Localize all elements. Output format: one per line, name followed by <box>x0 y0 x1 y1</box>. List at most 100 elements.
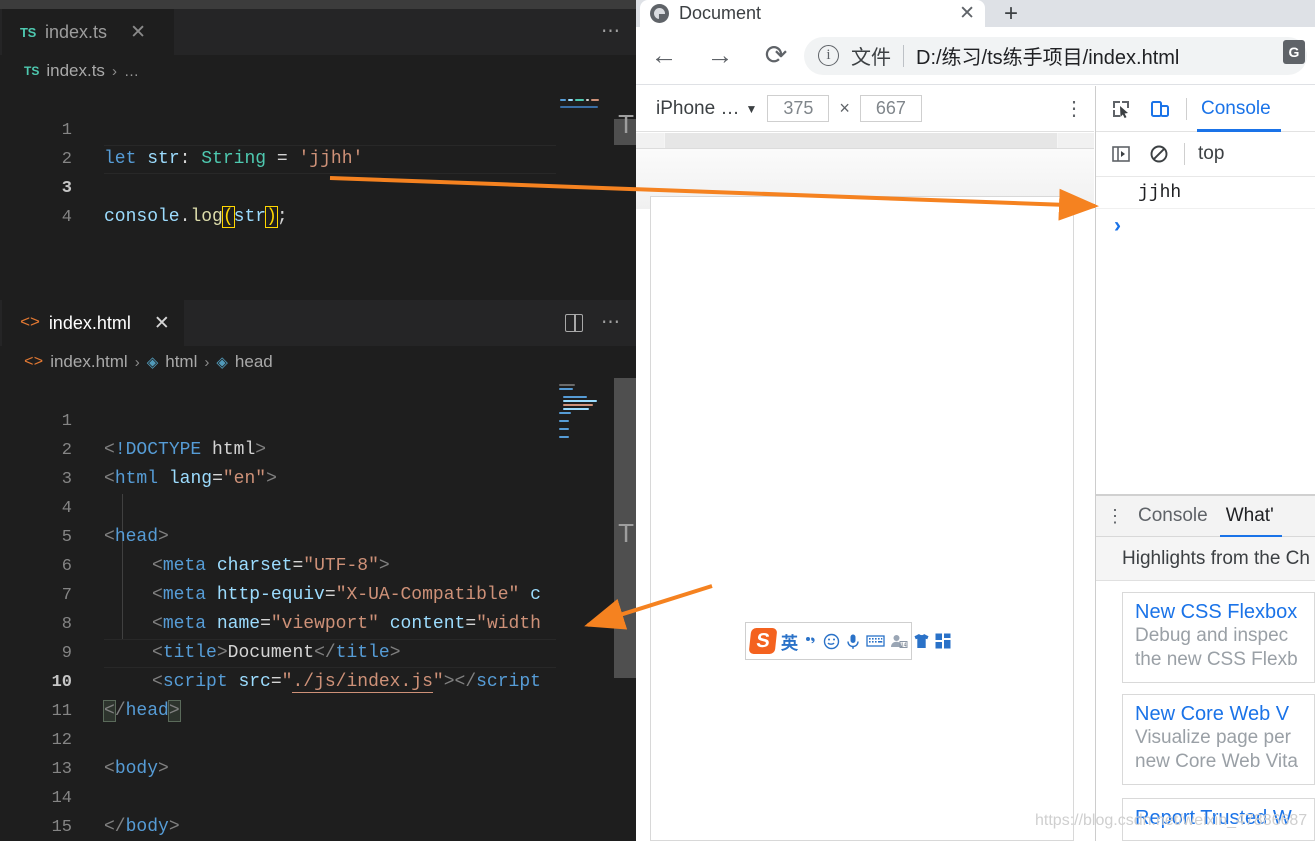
prompt-chevron-icon: › <box>1114 214 1121 237</box>
editor-scrollbar-bottom[interactable] <box>614 378 636 841</box>
breadcrumb-file[interactable]: index.html <box>50 352 127 372</box>
console-sidebar-icon[interactable] <box>1108 142 1133 167</box>
execution-context-selector[interactable]: top <box>1198 143 1224 165</box>
chevron-down-icon: ▼ <box>745 101 758 116</box>
more-actions-icon[interactable]: ⋯ <box>601 313 622 332</box>
code-line: 8 <title>Document</title> <box>0 581 636 663</box>
console-output-area[interactable]: jjhh › <box>1096 177 1315 495</box>
breadcrumb-node-head[interactable]: head <box>235 352 273 372</box>
tab-console[interactable]: Console <box>1197 86 1281 132</box>
code-line: 14 </body> <box>0 755 636 837</box>
code-line: 1 <!DOCTYPE html> <box>0 378 636 460</box>
devtools-tabbar: Console <box>1096 86 1315 132</box>
user-icon[interactable]: 14 <box>890 633 908 649</box>
breadcrumb-top: TS index.ts › … <box>0 55 636 87</box>
device-width-input[interactable]: 375 <box>767 95 830 122</box>
drawer-tab-whats-new[interactable]: What' <box>1219 495 1282 537</box>
breadcrumb-rest[interactable]: … <box>124 63 139 80</box>
code-area-html[interactable]: 1 <!DOCTYPE html> 2 <html lang="en"> 3 4… <box>0 378 636 841</box>
editor-pane-typescript: TS index.ts ✕ ⋯ TS index.ts › … 1 let st… <box>0 9 636 300</box>
minimap-bottom[interactable] <box>556 378 614 841</box>
vscode-title-strip <box>0 0 636 9</box>
console-input-prompt[interactable]: › <box>1096 209 1315 243</box>
svg-text:14: 14 <box>901 642 907 648</box>
device-selector[interactable]: iPhone … ▼ <box>646 98 757 120</box>
symbol-cube-icon: ◈ <box>216 354 228 371</box>
scheme-label: 文件 <box>851 47 891 69</box>
html-file-icon: <> <box>20 313 40 333</box>
breadcrumb-bottom: <> index.html › ◈ html › ◈ head <box>0 346 636 378</box>
more-actions-icon[interactable]: ⋯ <box>601 22 622 41</box>
devtools-panel: Console top jjhh › ⋮ Console What' Highl… <box>1095 86 1315 841</box>
url-text[interactable]: D:/练习/ts练手项目/index.html <box>916 41 1179 70</box>
card-title[interactable]: New Core Web V <box>1135 703 1304 726</box>
sogou-ime-toolbar[interactable]: S 英 14 <box>745 622 951 660</box>
minimap-top[interactable] <box>556 87 614 299</box>
whats-new-card[interactable]: New CSS Flexbox Debug and inspec the new… <box>1122 592 1315 683</box>
reload-button[interactable]: ⟳ <box>748 27 804 85</box>
site-info-icon[interactable]: i <box>818 45 839 66</box>
dimension-separator: × <box>839 98 850 118</box>
chrome-browser-window: Document ✕ + ← → ⟳ i 文件 D:/练习/ts练手项目/ind… <box>636 0 1315 841</box>
sogou-logo-icon[interactable]: S <box>748 628 778 654</box>
omnibox-divider <box>903 44 904 67</box>
address-bar[interactable]: i 文件 D:/练习/ts练手项目/index.html <box>804 36 1307 75</box>
microphone-icon[interactable] <box>845 633 861 650</box>
forward-button[interactable]: → <box>692 27 748 85</box>
emulated-page-frame[interactable] <box>650 196 1074 841</box>
editor-pane-html: <> index.html ✕ ⋯ <> index.html › ◈ html… <box>0 300 636 841</box>
keyboard-icon[interactable] <box>866 634 885 648</box>
close-icon[interactable]: ✕ <box>959 2 975 25</box>
close-icon[interactable]: ✕ <box>130 21 146 44</box>
punctuation-icon[interactable] <box>803 634 818 649</box>
breadcrumb-separator: › <box>111 62 117 80</box>
new-tab-button[interactable]: + <box>994 0 1028 27</box>
line-number: 4 <box>61 208 72 227</box>
tab-index-ts[interactable]: TS index.ts ✕ <box>2 9 174 55</box>
overview-marker: T <box>618 109 634 139</box>
browser-tab-document[interactable]: Document ✕ <box>640 0 985 27</box>
emoji-icon[interactable] <box>823 633 840 650</box>
device-height-input[interactable]: 667 <box>859 95 922 122</box>
console-log-row[interactable]: jjhh <box>1096 177 1315 209</box>
tab-index-html[interactable]: <> index.html ✕ <box>2 300 184 346</box>
watermark: https://blog.csdn.net/weixin_47886687 <box>1035 812 1308 829</box>
inspect-element-icon[interactable] <box>1108 96 1133 121</box>
editor-tabbar-bottom: <> index.html ✕ ⋯ <box>0 300 636 346</box>
editor-actions-top: ⋯ <box>601 9 622 55</box>
clear-console-icon[interactable] <box>1146 142 1171 167</box>
card-line-2: the new CSS Flexb <box>1135 649 1298 670</box>
back-button[interactable]: ← <box>636 27 692 85</box>
code-line: 3 <box>0 436 636 489</box>
apps-grid-icon[interactable] <box>935 633 951 649</box>
code-line: 16 </html> <box>0 813 636 841</box>
close-icon[interactable]: ✕ <box>154 312 170 335</box>
code-line: 13 <box>0 726 636 779</box>
html-file-icon: <> <box>24 353 44 371</box>
vscode-window: TS index.ts ✕ ⋯ TS index.ts › … 1 let st… <box>0 0 636 841</box>
extension-button[interactable]: G <box>1283 40 1311 68</box>
device-ruler-track[interactable] <box>664 133 1058 148</box>
ts-file-icon: TS <box>24 64 40 78</box>
code-line: 2 <box>0 116 636 169</box>
page-favicon <box>650 4 669 23</box>
code-line: 9 <script src="./js/index.js"></script <box>0 610 636 693</box>
card-line-1: Visualize page per <box>1135 727 1291 748</box>
breadcrumb-node-html[interactable]: html <box>165 352 197 372</box>
skin-shirt-icon[interactable] <box>913 633 930 649</box>
card-line-1: Debug and inspec <box>1135 625 1289 646</box>
drawer-options-icon[interactable]: ⋮ <box>1106 507 1124 525</box>
tab-label: index.ts <box>45 21 108 42</box>
card-title[interactable]: New CSS Flexbox <box>1135 601 1304 624</box>
split-editor-icon[interactable] <box>565 314 583 332</box>
ime-mode-label[interactable]: 英 <box>781 629 798 654</box>
drawer-tab-console[interactable]: Console <box>1138 495 1208 537</box>
overview-marker: T <box>618 518 634 548</box>
device-ruler[interactable] <box>636 133 1094 149</box>
code-line: 15 <box>0 784 636 837</box>
toggle-device-toolbar-icon[interactable] <box>1147 96 1172 121</box>
device-options-icon[interactable]: ⋮ <box>1064 99 1084 119</box>
code-area-typescript[interactable]: 1 let str: String = 'jjhh' 2 3 console.l… <box>0 87 636 299</box>
breadcrumb-file[interactable]: index.ts <box>46 61 105 81</box>
whats-new-card[interactable]: New Core Web V Visualize page per new Co… <box>1122 694 1315 785</box>
